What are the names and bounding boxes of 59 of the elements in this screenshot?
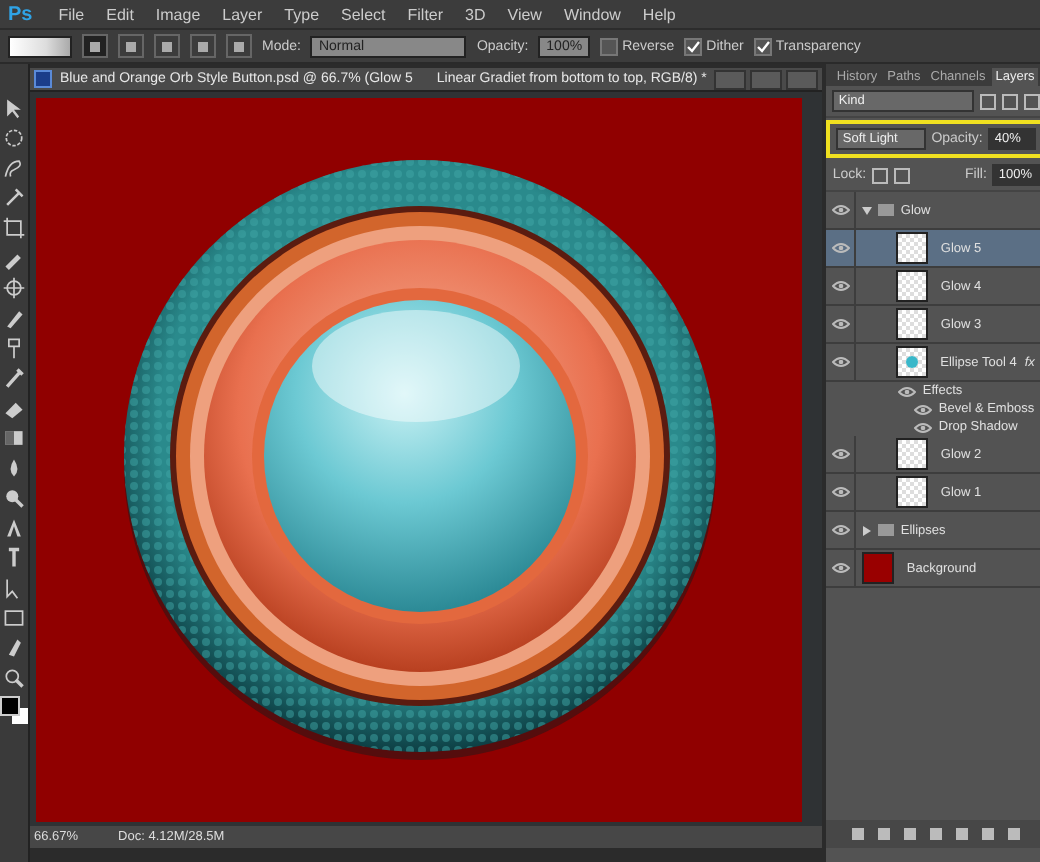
menu-item[interactable]: 3D	[465, 5, 486, 23]
expand-arrow-icon[interactable]	[862, 205, 873, 215]
eye-icon[interactable]	[831, 242, 850, 254]
menu-item[interactable]: Edit	[106, 5, 134, 23]
tool-icon[interactable]	[2, 516, 26, 540]
eye-icon[interactable]	[914, 403, 933, 415]
gradient-type-button[interactable]	[118, 34, 144, 58]
expand-arrow-icon[interactable]	[862, 525, 873, 535]
tool-icon[interactable]	[2, 426, 26, 450]
layer-thumbnail	[896, 346, 929, 378]
menu-item[interactable]: Help	[642, 5, 676, 23]
eye-icon[interactable]	[831, 356, 850, 368]
menu-item[interactable]: Type	[284, 5, 320, 23]
tool-icon[interactable]	[2, 186, 26, 210]
gradient-picker[interactable]	[8, 35, 72, 57]
eye-icon[interactable]	[914, 421, 933, 433]
folder-icon	[878, 524, 895, 536]
tool-icon[interactable]	[2, 306, 26, 330]
layer-thumbnail	[896, 438, 929, 470]
menu-item[interactable]: File	[58, 5, 85, 23]
eye-icon[interactable]	[831, 524, 850, 536]
tool-icon[interactable]	[2, 276, 26, 300]
tool-icon[interactable]	[2, 366, 26, 390]
eye-icon[interactable]	[831, 280, 850, 292]
eye-icon[interactable]	[831, 448, 850, 460]
gradient-type-button[interactable]	[226, 34, 252, 58]
tool-icon[interactable]	[2, 336, 26, 360]
checkbox[interactable]	[753, 37, 772, 55]
layer-thumbnail	[896, 232, 929, 264]
tool-icon[interactable]	[2, 126, 26, 150]
eye-icon[interactable]	[831, 204, 850, 216]
checkbox[interactable]	[684, 37, 703, 55]
menu-item[interactable]: Image	[155, 5, 201, 23]
app-logo: Ps	[8, 3, 33, 25]
menu-item[interactable]: Filter	[407, 5, 444, 23]
color-swatches[interactable]	[0, 696, 28, 724]
eye-icon[interactable]	[831, 318, 850, 330]
layer-thumbnail	[896, 476, 929, 508]
tool-icon[interactable]	[2, 96, 26, 120]
checkbox[interactable]	[600, 37, 619, 55]
menu-item[interactable]: Layer	[222, 5, 263, 23]
tool-icon[interactable]	[2, 606, 26, 630]
gradient-type-button[interactable]	[82, 34, 108, 58]
document-icon	[34, 70, 52, 88]
gradient-type-button[interactable]	[190, 34, 216, 58]
eye-icon[interactable]	[831, 486, 850, 498]
tool-icon[interactable]	[2, 486, 26, 510]
tool-icon[interactable]	[2, 156, 26, 180]
layer-thumbnail	[896, 270, 929, 302]
folder-icon	[878, 204, 895, 216]
eye-icon[interactable]	[831, 562, 850, 574]
tool-icon[interactable]	[2, 666, 26, 690]
gradient-type-button[interactable]	[154, 34, 180, 58]
layer-thumbnail	[896, 308, 929, 340]
tool-icon[interactable]	[2, 216, 26, 240]
menu-item[interactable]: View	[507, 5, 542, 23]
menu-item[interactable]: Window	[563, 5, 621, 23]
eye-icon[interactable]	[898, 385, 917, 397]
menu-item[interactable]: Select	[341, 5, 386, 23]
